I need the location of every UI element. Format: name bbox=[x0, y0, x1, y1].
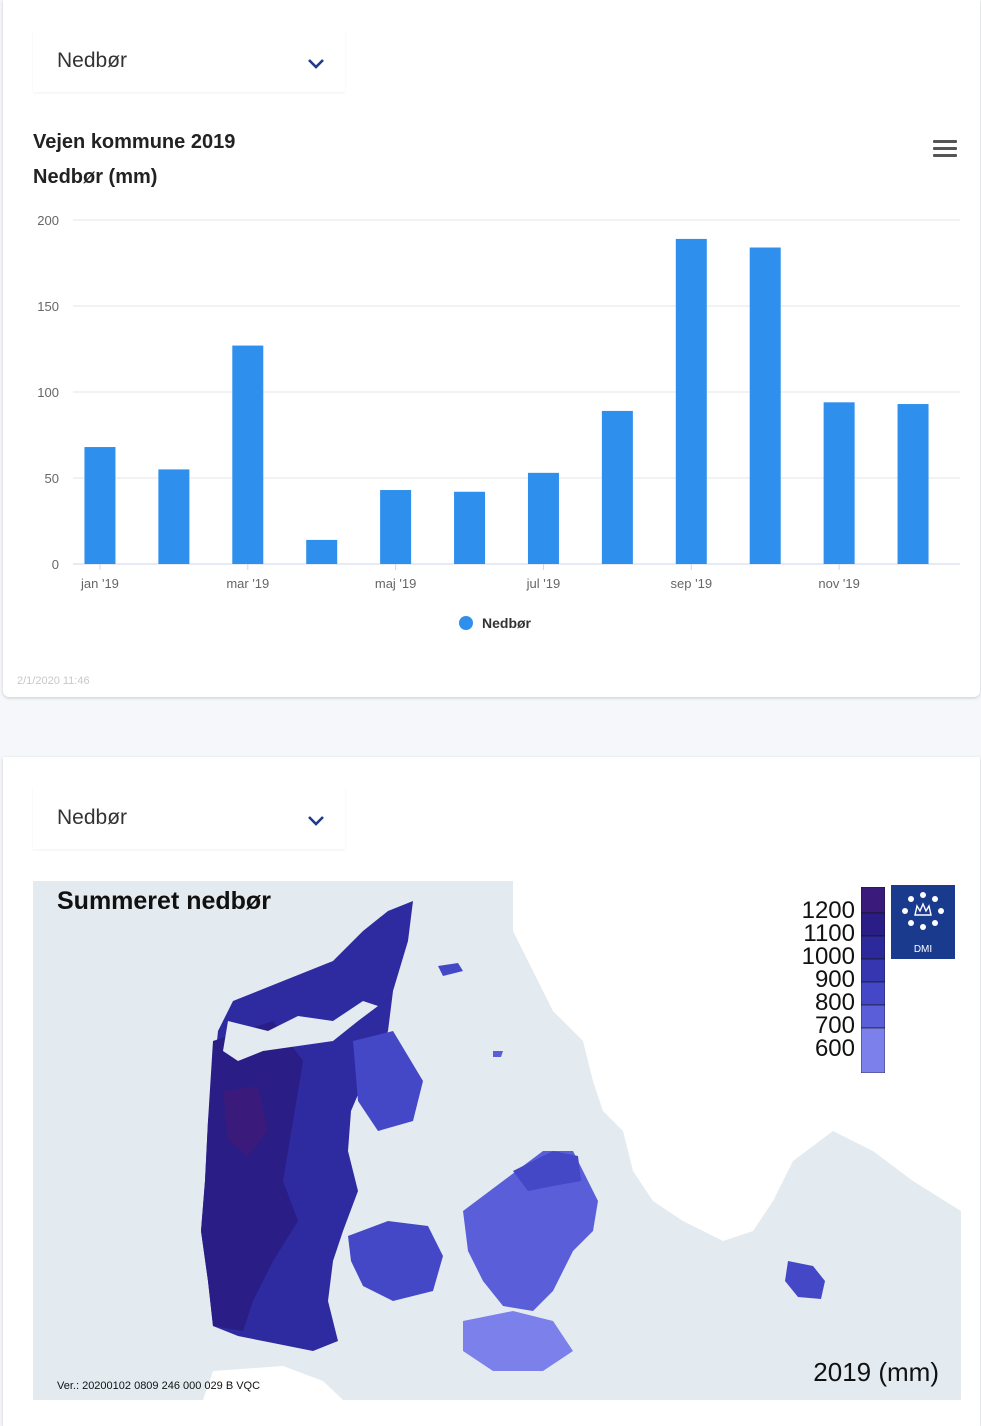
x-tick-label: sep '19 bbox=[671, 576, 713, 591]
jutland-east-light bbox=[353, 1031, 423, 1131]
chart-title: Vejen kommune 2019 bbox=[33, 131, 236, 153]
map-title: Summeret nedbør bbox=[57, 887, 271, 915]
bar-jun19 bbox=[454, 491, 486, 564]
chart-card: Nedbør Vejen kommune 2019 Nedbør (mm) 0 5… bbox=[3, 0, 980, 697]
laeso bbox=[438, 963, 463, 976]
legend-label: Nedbør bbox=[482, 615, 532, 631]
legend-swatch-1000 bbox=[861, 935, 885, 960]
legend-marker bbox=[459, 616, 473, 630]
y-tick-label: 150 bbox=[37, 299, 59, 314]
dmi-logo: DMI bbox=[891, 885, 955, 959]
timestamp: 2/1/2020 11:46 bbox=[17, 675, 90, 687]
dropdown-label: Nedbør bbox=[57, 49, 128, 72]
bar-apr19 bbox=[306, 539, 338, 564]
variable-dropdown[interactable]: Nedbør bbox=[33, 30, 345, 92]
bar-dec19 bbox=[897, 404, 929, 564]
bar-maj19 bbox=[380, 490, 412, 564]
x-tick-label: jan '19 bbox=[80, 576, 119, 591]
color-scale-bar bbox=[861, 887, 885, 1073]
bar-okt19 bbox=[749, 247, 781, 564]
bar-chart: 0 50 100 150 200 jan '19 mar '19 maj '19 jul '19… bbox=[37, 213, 960, 631]
variable-dropdown-2[interactable]: Nedbør bbox=[33, 787, 345, 849]
bar-feb19 bbox=[158, 469, 190, 564]
legend-swatch-1100 bbox=[861, 912, 885, 937]
anholt bbox=[493, 1051, 503, 1057]
legend-swatch-1200 bbox=[861, 887, 885, 914]
legend-swatch-600 bbox=[861, 1027, 885, 1073]
y-tick-label: 50 bbox=[45, 471, 59, 486]
map-card: Nedbør Summeret nedbør 1200 1100 1000 90… bbox=[3, 757, 980, 1426]
chevron-down-icon bbox=[308, 59, 324, 69]
dmi-crown-logo bbox=[902, 892, 944, 930]
hamburger-menu-icon[interactable] bbox=[933, 140, 957, 160]
x-tick-label: mar '19 bbox=[226, 576, 269, 591]
bar-aug19 bbox=[601, 410, 633, 564]
bar-jul19 bbox=[527, 472, 559, 564]
year-label: 2019 (mm) bbox=[813, 1357, 939, 1387]
legend-swatch-700 bbox=[861, 1004, 885, 1029]
funen bbox=[348, 1221, 443, 1301]
lolland-falster bbox=[463, 1311, 573, 1371]
dmi-logo-text: DMI bbox=[913, 944, 933, 955]
y-tick-label: 200 bbox=[37, 213, 59, 228]
version-label: Ver.: 20200102 0809 246 000 029 B VQC bbox=[57, 1380, 261, 1392]
bornholm bbox=[785, 1261, 825, 1299]
legend-swatch-900 bbox=[861, 958, 885, 983]
dropdown-label-2: Nedbør bbox=[57, 806, 128, 829]
legend-swatch-800 bbox=[861, 981, 885, 1006]
x-tick-label: maj '19 bbox=[375, 576, 417, 591]
x-tick-label: nov '19 bbox=[818, 576, 860, 591]
legend-label-600: 600 bbox=[814, 1035, 855, 1062]
chevron-down-icon bbox=[308, 816, 324, 826]
bar-jan19 bbox=[84, 447, 116, 564]
y-tick-label: 0 bbox=[52, 557, 59, 572]
precipitation-map: Summeret nedbør 1200 1100 1000 900 800 7… bbox=[33, 881, 961, 1400]
bar-sep19 bbox=[675, 238, 707, 565]
chart-subtitle: Nedbør (mm) bbox=[33, 166, 158, 188]
bar-nov19 bbox=[823, 402, 855, 564]
x-tick-label: jul '19 bbox=[526, 576, 561, 591]
y-tick-label: 100 bbox=[37, 385, 59, 400]
bar-mar19 bbox=[232, 345, 264, 564]
